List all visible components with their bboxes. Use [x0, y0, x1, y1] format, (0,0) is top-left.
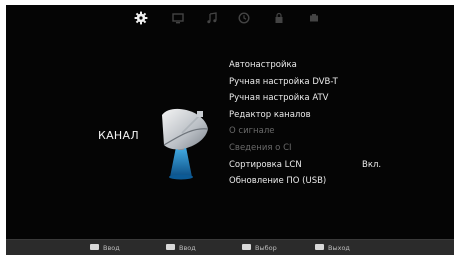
footer-button-label: Выбор [255, 244, 277, 252]
menu-item-signal-info: О сигнале [229, 123, 429, 140]
menu-item-label: Редактор каналов [229, 109, 311, 120]
satellite-dish-icon [162, 108, 209, 180]
clock-icon [238, 12, 250, 24]
menu-item-manual-dvbt-tuning[interactable]: Ручная настройка DVB-T [229, 74, 429, 91]
tv-settings-screen: КАНАЛ Автонастройка Ручная настройка DVB… [6, 5, 454, 255]
footer-button-label: Ввод [179, 244, 196, 252]
music-note-icon [207, 12, 217, 24]
tab-sound[interactable] [205, 11, 219, 25]
tab-picture[interactable] [171, 11, 185, 25]
menu-item-label: Сортировка LCN [229, 159, 302, 170]
top-tab-bar [6, 5, 454, 33]
lcn-sort-value[interactable]: Вкл. [362, 157, 381, 174]
footer-button-exit[interactable]: Выход [315, 243, 350, 253]
tab-usb[interactable] [307, 11, 321, 25]
menu-item-manual-atv-tuning[interactable]: Ручная настройка ATV [229, 90, 429, 107]
remote-arrow-key-icon [242, 244, 251, 250]
menu-item-auto-tuning[interactable]: Автонастройка [229, 57, 429, 74]
menu-item-software-update-usb[interactable]: Обновление ПО (USB) [229, 173, 429, 190]
usb-icon [310, 14, 318, 22]
tab-lock[interactable] [272, 11, 286, 25]
channel-menu: Автонастройка Ручная настройка DVB-T Руч… [229, 57, 429, 190]
gear-icon [134, 11, 148, 25]
lock-icon [275, 12, 283, 23]
menu-item-lcn-sort[interactable]: Сортировка LCN Вкл. [229, 157, 429, 174]
remote-exit-key-icon [315, 244, 324, 250]
menu-item-label: Сведения о CI [229, 142, 292, 153]
tab-settings[interactable] [134, 11, 148, 25]
remote-ok-key-icon [90, 244, 99, 250]
menu-item-label: О сигнале [229, 126, 275, 137]
section-title: КАНАЛ [98, 129, 139, 142]
menu-item-label: Ручная настройка DVB-T [229, 76, 338, 87]
footer-button-enter-alt[interactable]: Ввод [166, 243, 196, 253]
tab-time[interactable] [237, 11, 251, 25]
menu-item-label: Обновление ПО (USB) [229, 176, 327, 187]
picture-icon [172, 13, 184, 24]
menu-item-ci-info: Сведения о CI [229, 140, 429, 157]
footer-button-label: Ввод [103, 244, 120, 252]
footer-hint-bar: Ввод Ввод Выбор Выход [6, 239, 454, 255]
footer-button-enter[interactable]: Ввод [90, 243, 120, 253]
menu-item-channel-editor[interactable]: Редактор каналов [229, 107, 429, 124]
footer-button-label: Выход [328, 244, 350, 252]
remote-menu-key-icon [166, 244, 175, 250]
footer-button-select[interactable]: Выбор [242, 243, 277, 253]
menu-item-label: Автонастройка [229, 60, 297, 70]
menu-item-label: Ручная настройка ATV [229, 93, 329, 104]
